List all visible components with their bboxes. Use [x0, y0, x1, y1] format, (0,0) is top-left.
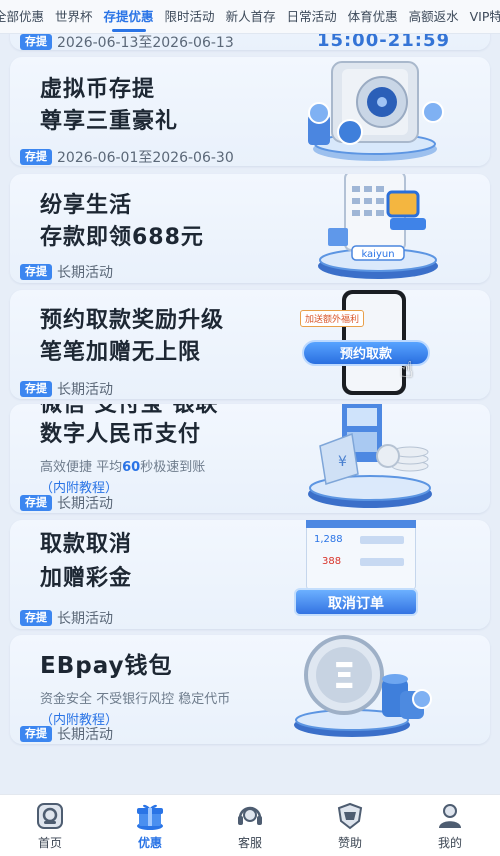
promo-card-3[interactable]: 预约取款奖励升级 笔笔加赠无上限 存提 长期活动 加送额外福利 预约取款 ☝	[10, 290, 490, 399]
category-tabs: 全部优惠 世界杯 存提优惠 限时活动 新人首存 日常活动 体育优惠 高额返水 V…	[0, 0, 500, 34]
tab-daily[interactable]: 日常活动	[287, 0, 337, 33]
tag-badge: 存提	[20, 34, 52, 50]
nav-support[interactable]: 客服	[200, 795, 300, 856]
card-subtitle-post: 秒极速到账	[140, 460, 206, 475]
card-title-line1: EBpay钱包	[40, 653, 173, 679]
tab-vip[interactable]: VIP特权	[470, 0, 500, 33]
promotion-list: 15:00-21:59 存提 2026-06-13至2026-06-13 虚拟币…	[0, 0, 500, 856]
tag-date: 长期活动	[57, 727, 113, 743]
tab-first-deposit[interactable]: 新人首存	[226, 0, 276, 33]
phone-booking-illustration: 加送额外福利 预约取款 ☝	[300, 290, 440, 399]
extra-bonus-badge: 加送额外福利	[300, 310, 365, 327]
tab-deposit-withdraw[interactable]: 存提优惠	[104, 0, 154, 33]
tab-sports[interactable]: 体育优惠	[348, 0, 398, 33]
amount-row-1: 1,288	[314, 534, 343, 545]
promo-card-2[interactable]: 纷享生活 存款即领688元 存提 长期活动 kaiyun	[10, 174, 490, 283]
cancel-order-button: 取消订单	[294, 588, 418, 616]
tag-date: 2026-06-13至2026-06-13	[57, 35, 234, 50]
card-subtitle: 资金安全 不受银行风控 稳定代币	[40, 692, 231, 707]
tag-badge: 存提	[20, 381, 52, 397]
cancel-order-illustration: 1,288 388 取消订单	[294, 520, 430, 629]
shield-icon	[334, 800, 366, 832]
pointer-hand-icon: ☝	[400, 358, 414, 383]
user-icon	[434, 800, 466, 832]
tag-date: 长期活动	[57, 382, 113, 398]
atm-coins-icon: ¥	[308, 404, 432, 508]
nav-home[interactable]: 首页	[0, 795, 100, 856]
amount-row-2: 388	[322, 556, 342, 567]
promo-card-5[interactable]: 取款取消 加赠彩金 存提 长期活动 1,288 388 取消订单	[10, 520, 490, 629]
nav-label: 赞助	[337, 836, 362, 850]
promo-card-6[interactable]: EBpay钱包 资金安全 不受银行风控 稳定代币 （内附教程） 存提 长期活动 …	[10, 635, 490, 744]
tag-date: 长期活动	[57, 265, 113, 281]
card-title-line2: 加赠彩金	[40, 566, 133, 591]
card-title-line1: 取款取消	[40, 532, 133, 557]
tag-badge: 存提	[20, 264, 52, 280]
card-subtitle-highlight: 60	[122, 460, 141, 475]
gift-icon	[134, 800, 166, 832]
tab-rebate[interactable]: 高额返水	[409, 0, 459, 33]
card-subtitle-pre: 高效便捷 平均	[40, 460, 123, 475]
card-title-line2: 尊享三重豪礼	[40, 109, 179, 134]
kaiyun-logo-text: kaiyun	[361, 249, 394, 260]
nav-label: 客服	[237, 836, 262, 850]
card-title-line2: 数字人民币支付	[40, 422, 202, 447]
home-icon	[34, 800, 66, 832]
nav-offers[interactable]: 优惠	[100, 795, 200, 856]
ebpay-coin-icon: Ξ	[294, 635, 432, 737]
nav-label: 我的	[437, 836, 462, 850]
nav-label: 优惠	[137, 836, 162, 850]
card-title-line1: 预约取款奖励升级	[40, 308, 225, 333]
tag-badge: 存提	[20, 726, 52, 742]
card-title-line1: 虚拟币存提	[40, 77, 156, 102]
svg-text:¥: ¥	[338, 454, 347, 470]
tag-date: 2026-06-01至2026-06-30	[57, 150, 234, 166]
bottom-nav: 首页 优惠 客服 赞助 我的	[0, 794, 500, 856]
nav-sponsor[interactable]: 赞助	[300, 795, 400, 856]
tag-badge: 存提	[20, 149, 52, 165]
tag-badge: 存提	[20, 610, 52, 626]
tag-badge: 存提	[20, 495, 52, 511]
card-title-line1: 纷享生活	[40, 193, 133, 218]
headset-icon	[234, 800, 266, 832]
promo-card-1[interactable]: 虚拟币存提 尊享三重豪礼 存提 2026-06-01至2026-06-30	[10, 57, 490, 166]
svg-text:Ξ: Ξ	[333, 656, 356, 697]
phone-gift-icon: kaiyun	[318, 174, 438, 279]
safe-vault-icon	[308, 61, 444, 161]
tag-date: 长期活动	[57, 611, 113, 627]
nav-label: 首页	[37, 836, 62, 850]
nav-profile[interactable]: 我的	[400, 795, 500, 856]
promo-card-4[interactable]: 微信 支付宝 银联 数字人民币支付 高效便捷 平均60秒极速到账 （内附教程） …	[10, 404, 490, 513]
tab-all-offers[interactable]: 全部优惠	[0, 0, 44, 33]
tab-limited-time[interactable]: 限时活动	[165, 0, 215, 33]
tab-world-cup[interactable]: 世界杯	[55, 0, 93, 33]
tag-date: 长期活动	[57, 496, 113, 512]
card-title-line2: 笔笔加赠无上限	[40, 340, 202, 365]
card-title-line2: 存款即领688元	[40, 225, 204, 250]
